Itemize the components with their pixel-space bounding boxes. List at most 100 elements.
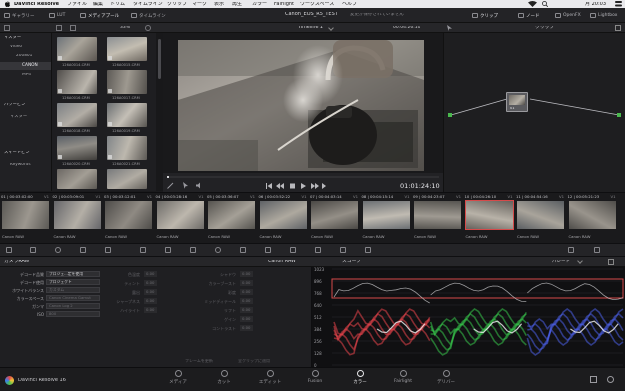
home-icon[interactable] bbox=[590, 376, 597, 383]
menu-view[interactable]: 表示 bbox=[214, 2, 224, 7]
color-warper-icon[interactable] bbox=[165, 247, 171, 253]
mid-detail-field[interactable]: 0.00 bbox=[240, 298, 253, 304]
settings-icon[interactable] bbox=[607, 376, 614, 383]
node-options-icon[interactable] bbox=[615, 25, 621, 31]
clip-thumbnail[interactable] bbox=[57, 169, 97, 189]
iso-select[interactable]: 800 bbox=[46, 311, 100, 317]
color-boost-field[interactable]: 0.00 bbox=[240, 280, 253, 286]
app-menu[interactable]: DaVinci Resolve bbox=[14, 2, 59, 7]
key-icon[interactable] bbox=[315, 247, 321, 253]
timeline-clip[interactable]: 09 | 00:04:23:07 V1 Canon RAW bbox=[412, 192, 463, 243]
page-fusion[interactable]: Fusion bbox=[295, 370, 335, 384]
chevron-down-icon[interactable] bbox=[328, 25, 334, 31]
apply-all-button[interactable]: 全クリップに適用 bbox=[238, 359, 270, 363]
page-cut[interactable]: カット bbox=[204, 370, 244, 385]
sharpness-field[interactable]: 0.00 bbox=[144, 298, 157, 304]
shadow-field[interactable]: 0.00 bbox=[240, 271, 253, 277]
timeline-clip[interactable]: 03 | 00:03:12:01 V1 Canon RAW bbox=[103, 192, 154, 243]
3d-icon[interactable] bbox=[365, 247, 371, 253]
clip-thumbnail[interactable] bbox=[107, 103, 147, 127]
zoom-level[interactable]: 33% bbox=[120, 26, 130, 31]
apple-icon[interactable] bbox=[5, 1, 10, 7]
clip-thumbnail[interactable] bbox=[57, 70, 97, 94]
timelines-button[interactable]: タイムライン bbox=[131, 11, 166, 20]
scrubber-bar[interactable] bbox=[167, 176, 439, 178]
motion-effects-icon[interactable] bbox=[105, 247, 111, 253]
clock[interactable]: 月 20:03 bbox=[585, 2, 606, 7]
control-center-icon[interactable] bbox=[615, 1, 622, 7]
timeline-clip[interactable]: 07 | 00:04:03:14 V1 Canon RAW bbox=[309, 192, 360, 243]
lut-button[interactable]: LUT bbox=[49, 11, 65, 20]
highlight-field[interactable]: 0.00 bbox=[144, 307, 157, 313]
timeline-clip[interactable]: 11 | 00:04:54:16 V1 Canon RAW bbox=[515, 192, 566, 243]
sizing-icon[interactable] bbox=[340, 247, 346, 253]
serial-node-01[interactable]: 01 bbox=[506, 92, 528, 112]
blur-icon[interactable] bbox=[290, 247, 296, 253]
thumbnail-view-icon[interactable] bbox=[56, 25, 62, 31]
update-frame-button[interactable]: フレームを更新 bbox=[185, 359, 213, 363]
speaker-icon[interactable] bbox=[196, 182, 203, 189]
page-color[interactable]: カラー bbox=[340, 370, 380, 385]
timeline-clip[interactable]: 10 | 00:04:26:10 V1 Canon RAW bbox=[464, 192, 515, 243]
power-bin-master[interactable]: マスター bbox=[10, 115, 27, 119]
scope-settings-icon[interactable] bbox=[608, 259, 614, 265]
smart-bin-keywords[interactable]: Keywords bbox=[10, 163, 31, 167]
rgb-mixer-icon[interactable] bbox=[80, 247, 86, 253]
media-pool-button[interactable]: メディアプール bbox=[80, 11, 119, 20]
bin-video[interactable]: Video bbox=[10, 45, 22, 49]
menu-color[interactable]: カラー bbox=[252, 2, 267, 7]
bin-200801[interactable]: 200801 bbox=[16, 54, 32, 58]
scope-mode-select[interactable]: パレード bbox=[552, 260, 570, 265]
video-frame[interactable] bbox=[178, 40, 424, 171]
menu-playback[interactable]: 再生 bbox=[232, 2, 242, 7]
contrast-field[interactable]: 0.00 bbox=[240, 325, 253, 331]
timeline-clip[interactable]: 05 | 00:03:36:07 V1 Canon RAW bbox=[206, 192, 257, 243]
color-match-icon[interactable] bbox=[30, 247, 36, 253]
window-icon[interactable] bbox=[215, 247, 221, 253]
search-icon[interactable] bbox=[145, 25, 151, 31]
lightbox-button[interactable]: Lightbox bbox=[590, 11, 617, 20]
white-balance-select[interactable]: カスタム bbox=[46, 287, 100, 293]
bin-mp4[interactable]: MP4 bbox=[22, 73, 31, 77]
decode-using-select[interactable]: プロジェクト bbox=[46, 279, 100, 285]
list-view-icon[interactable] bbox=[70, 25, 76, 31]
gain-field[interactable]: 0.00 bbox=[240, 316, 253, 322]
menu-clip[interactable]: クリップ bbox=[167, 2, 187, 7]
clip-thumbnail[interactable] bbox=[57, 37, 97, 61]
wifi-icon[interactable] bbox=[528, 1, 537, 7]
chevron-down-icon[interactable] bbox=[577, 258, 583, 264]
saturation-field[interactable]: 0.00 bbox=[240, 289, 253, 295]
color-temp-field[interactable]: 0.00 bbox=[144, 271, 157, 277]
gamma-select[interactable]: Canon Log 2 bbox=[46, 303, 100, 309]
menu-edit[interactable]: 編集 bbox=[93, 2, 103, 7]
page-deliver[interactable]: デリバー bbox=[426, 370, 466, 385]
lift-field[interactable]: 0.00 bbox=[240, 307, 253, 313]
menu-help[interactable]: ヘルプ bbox=[342, 2, 357, 7]
bin-canon[interactable]: CANON bbox=[0, 62, 51, 70]
node-mode[interactable]: クリップ bbox=[535, 26, 554, 31]
clip-thumbnail[interactable] bbox=[107, 37, 147, 61]
openfx-button[interactable]: OpenFX bbox=[555, 11, 581, 20]
clip-thumbnail[interactable] bbox=[107, 169, 147, 189]
timeline-clip[interactable]: 06 | 00:03:52:22 V1 Canon RAW bbox=[258, 192, 309, 243]
camera-raw-icon[interactable] bbox=[6, 247, 12, 253]
color-wheels-icon[interactable] bbox=[55, 247, 61, 253]
pointer-icon[interactable] bbox=[447, 25, 452, 31]
timeline-clip[interactable]: 08 | 00:04:15:14 V1 Canon RAW bbox=[361, 192, 412, 243]
timeline-clip[interactable]: 01 | 00:03:02:00 V1 Canon RAW bbox=[0, 192, 51, 243]
bin-list-icon[interactable] bbox=[4, 25, 10, 31]
nodes-button[interactable]: ノード bbox=[518, 11, 540, 20]
exposure-field[interactable]: 0.00 bbox=[144, 289, 157, 295]
clip-thumbnail[interactable] bbox=[107, 136, 147, 160]
pointer-icon[interactable] bbox=[182, 182, 189, 189]
gallery-button[interactable]: ギャラリー bbox=[4, 11, 35, 20]
menu-file[interactable]: ファイル bbox=[67, 2, 87, 7]
bin-master[interactable]: マスター bbox=[4, 36, 21, 40]
menu-trim[interactable]: トリム bbox=[110, 2, 125, 7]
info-icon[interactable] bbox=[594, 247, 600, 253]
media-pool-scrollbar[interactable] bbox=[156, 33, 163, 191]
timeline-name[interactable]: Timeline 1 bbox=[298, 26, 323, 31]
spotlight-icon[interactable] bbox=[542, 1, 548, 7]
magic-mask-icon[interactable] bbox=[265, 247, 271, 253]
timeline-clip[interactable]: 02 | 00:03:09:01 V1 Canon RAW bbox=[52, 192, 103, 243]
